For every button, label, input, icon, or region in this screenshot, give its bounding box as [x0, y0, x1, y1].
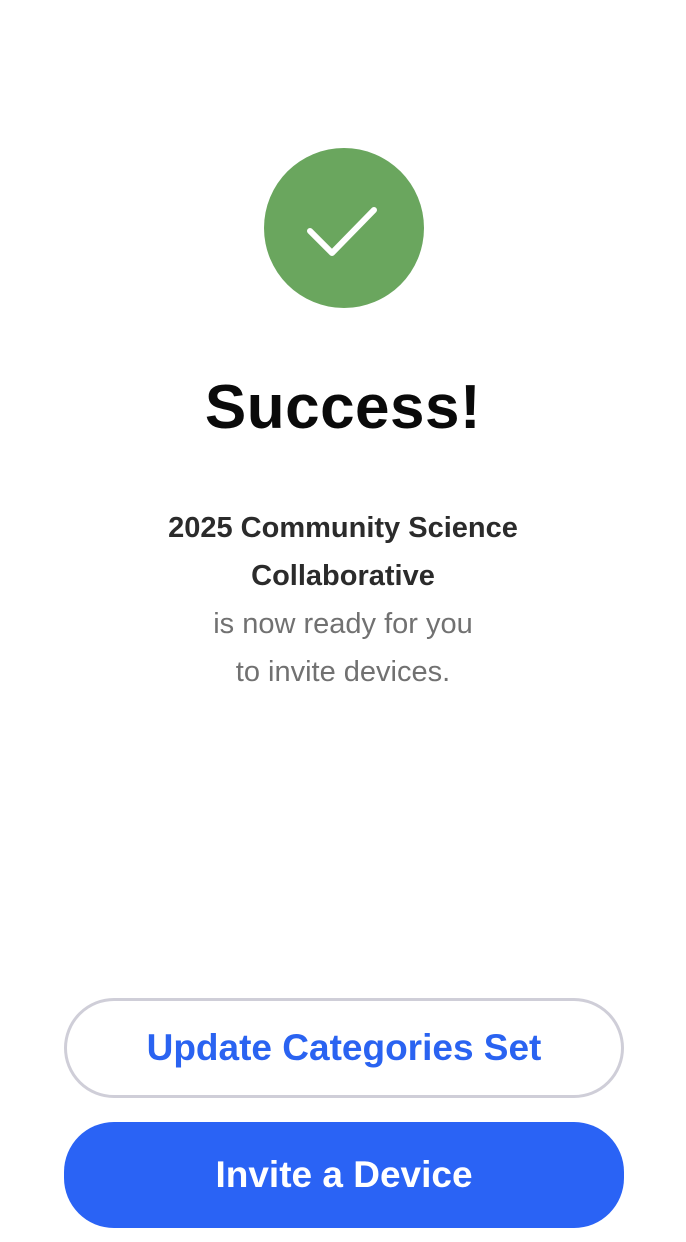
project-name-line-1: 2025 Community Science	[168, 512, 518, 544]
invite-device-button[interactable]: Invite a Device	[64, 1122, 624, 1228]
success-badge	[264, 148, 424, 308]
status-message: 2025 Community Science Collaborative is …	[93, 504, 593, 696]
message-line-2: to invite devices.	[235, 656, 451, 688]
checkmark-icon	[307, 207, 377, 256]
page-title: Success!	[204, 373, 482, 442]
message-line-1: is now ready for you	[213, 608, 473, 640]
project-name-line-2: Collaborative	[251, 560, 435, 592]
update-categories-set-button[interactable]: Update Categories Set	[64, 998, 624, 1098]
